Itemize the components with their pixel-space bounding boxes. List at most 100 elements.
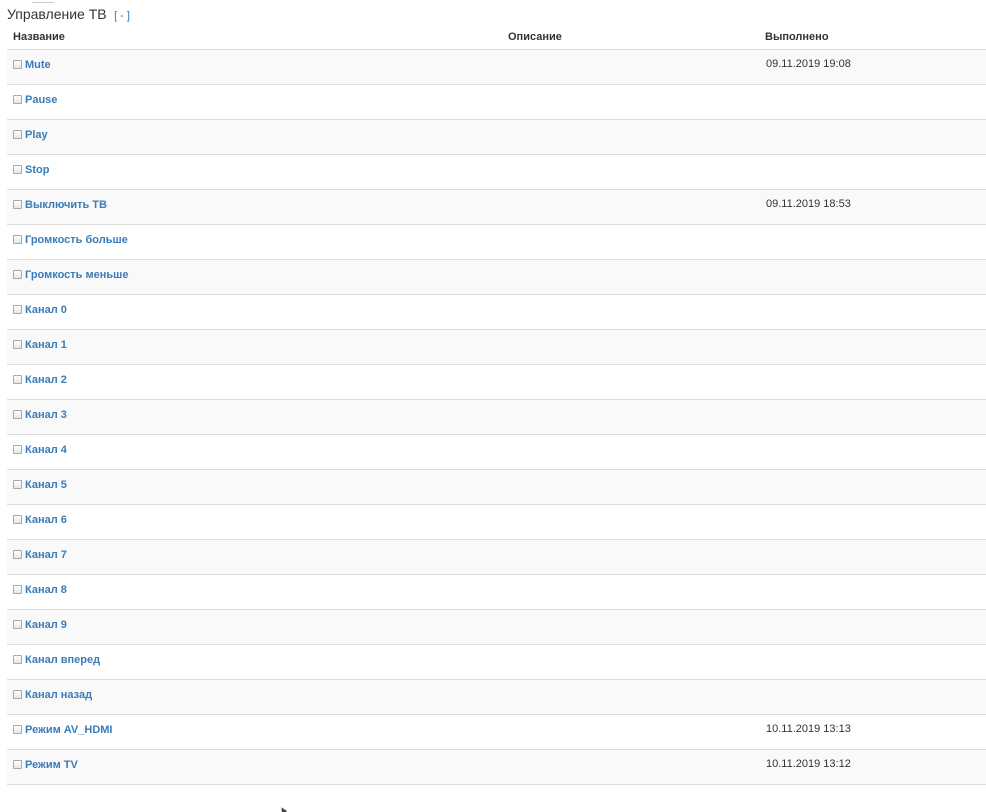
- command-description-cell: [502, 259, 759, 295]
- command-description-cell: [502, 434, 759, 470]
- command-link[interactable]: Режим AV_HDMI: [25, 724, 112, 736]
- command-link[interactable]: Play: [25, 129, 48, 141]
- table-row: Pause: [7, 84, 986, 120]
- table-row: Канал 6: [7, 504, 986, 540]
- command-link[interactable]: Канал 1: [25, 339, 67, 351]
- checkbox-icon[interactable]: [13, 130, 22, 139]
- command-description-cell: [502, 609, 759, 645]
- table-row: Mute 09.11.2019 19:08: [7, 49, 986, 85]
- command-description-cell: [502, 224, 759, 260]
- command-link[interactable]: Канал 8: [25, 584, 67, 596]
- checkbox-icon[interactable]: [13, 60, 22, 69]
- section-title: Управление ТВ: [7, 6, 107, 22]
- command-description-cell: [502, 49, 759, 85]
- command-link[interactable]: Канал 3: [25, 409, 67, 421]
- command-link[interactable]: Канал вперед: [25, 654, 100, 666]
- command-executed-cell: [759, 504, 986, 540]
- checkbox-icon[interactable]: [13, 760, 22, 769]
- table-row: Канал 0: [7, 294, 986, 330]
- command-executed-cell: [759, 364, 986, 400]
- table-row: Выключить ТВ 09.11.2019 18:53: [7, 189, 986, 225]
- command-executed-cell: [759, 679, 986, 715]
- command-link[interactable]: Канал 5: [25, 479, 67, 491]
- command-executed-cell: [759, 644, 986, 680]
- table-row: Громкость больше: [7, 224, 986, 260]
- column-header-description: Описание: [502, 25, 759, 50]
- command-description-cell: [502, 294, 759, 330]
- command-link[interactable]: Канал 9: [25, 619, 67, 631]
- checkbox-icon[interactable]: [13, 200, 22, 209]
- command-link[interactable]: Громкость меньше: [25, 269, 128, 281]
- command-link[interactable]: Выключить ТВ: [25, 199, 107, 211]
- checkbox-icon[interactable]: [13, 690, 22, 699]
- collapse-toggle-link[interactable]: [ - ]: [114, 10, 130, 22]
- table-header-row: Название Описание Выполнено: [7, 25, 986, 50]
- command-link[interactable]: Pause: [25, 94, 57, 106]
- command-link[interactable]: Канал 2: [25, 374, 67, 386]
- command-description-cell: [502, 84, 759, 120]
- command-name-cell: Режим TV: [7, 749, 502, 785]
- checkbox-icon[interactable]: [13, 410, 22, 419]
- command-executed-cell: [759, 399, 986, 435]
- table-row: Stop: [7, 154, 986, 190]
- checkbox-icon[interactable]: [13, 375, 22, 384]
- command-name-cell: Play: [7, 119, 502, 155]
- command-executed-cell: 09.11.2019 18:53: [759, 189, 986, 225]
- command-executed-cell: [759, 329, 986, 365]
- command-name-cell: Выключить ТВ: [7, 189, 502, 225]
- command-link[interactable]: Канал 0: [25, 304, 67, 316]
- command-name-cell: Громкость больше: [7, 224, 502, 260]
- checkbox-icon[interactable]: [13, 515, 22, 524]
- checkbox-icon[interactable]: [13, 480, 22, 489]
- column-header-name: Название: [7, 25, 502, 50]
- table-body: Mute 09.11.2019 19:08 Pause Play Stop Выключи…: [7, 49, 986, 785]
- command-name-cell: Pause: [7, 84, 502, 120]
- command-description-cell: [502, 644, 759, 680]
- command-link[interactable]: Громкость больше: [25, 234, 128, 246]
- command-executed-cell: [759, 539, 986, 575]
- table-row: Канал 7: [7, 539, 986, 575]
- command-link[interactable]: Режим TV: [25, 759, 78, 771]
- command-link[interactable]: Канал 4: [25, 444, 67, 456]
- table-row: Режим TV 10.11.2019 13:12: [7, 749, 986, 785]
- command-description-cell: [502, 189, 759, 225]
- command-description-cell: [502, 574, 759, 610]
- command-executed-cell: 10.11.2019 13:12: [759, 749, 986, 785]
- command-description-cell: [502, 714, 759, 750]
- checkbox-icon[interactable]: [13, 445, 22, 454]
- command-link[interactable]: Канал 6: [25, 514, 67, 526]
- checkbox-icon[interactable]: [13, 620, 22, 629]
- checkbox-icon[interactable]: [13, 305, 22, 314]
- section-header: Управление ТВ [ - ]: [7, 4, 130, 24]
- command-description-cell: [502, 749, 759, 785]
- checkbox-icon[interactable]: [13, 340, 22, 349]
- command-executed-cell: 09.11.2019 19:08: [759, 49, 986, 85]
- command-link[interactable]: Канал 7: [25, 549, 67, 561]
- command-executed-cell: [759, 154, 986, 190]
- checkbox-icon[interactable]: [13, 585, 22, 594]
- command-executed-cell: [759, 609, 986, 645]
- table-row: Канал 4: [7, 434, 986, 470]
- command-executed-cell: [759, 119, 986, 155]
- command-link[interactable]: Канал назад: [25, 689, 92, 701]
- checkbox-icon[interactable]: [13, 270, 22, 279]
- checkbox-icon[interactable]: [13, 95, 22, 104]
- command-description-cell: [502, 154, 759, 190]
- command-link[interactable]: Mute: [25, 59, 51, 71]
- checkbox-icon[interactable]: [13, 725, 22, 734]
- command-description-cell: [502, 399, 759, 435]
- command-name-cell: Канал 3: [7, 399, 502, 435]
- command-description-cell: [502, 539, 759, 575]
- command-name-cell: Канал 2: [7, 364, 502, 400]
- command-description-cell: [502, 504, 759, 540]
- command-executed-cell: [759, 84, 986, 120]
- command-name-cell: Канал 4: [7, 434, 502, 470]
- table-row: Канал 5: [7, 469, 986, 505]
- checkbox-icon[interactable]: [13, 165, 22, 174]
- table-row: Канал вперед: [7, 644, 986, 680]
- checkbox-icon[interactable]: [13, 235, 22, 244]
- command-link[interactable]: Stop: [25, 164, 49, 176]
- checkbox-icon[interactable]: [13, 655, 22, 664]
- checkbox-icon[interactable]: [13, 550, 22, 559]
- table-row: Громкость меньше: [7, 259, 986, 295]
